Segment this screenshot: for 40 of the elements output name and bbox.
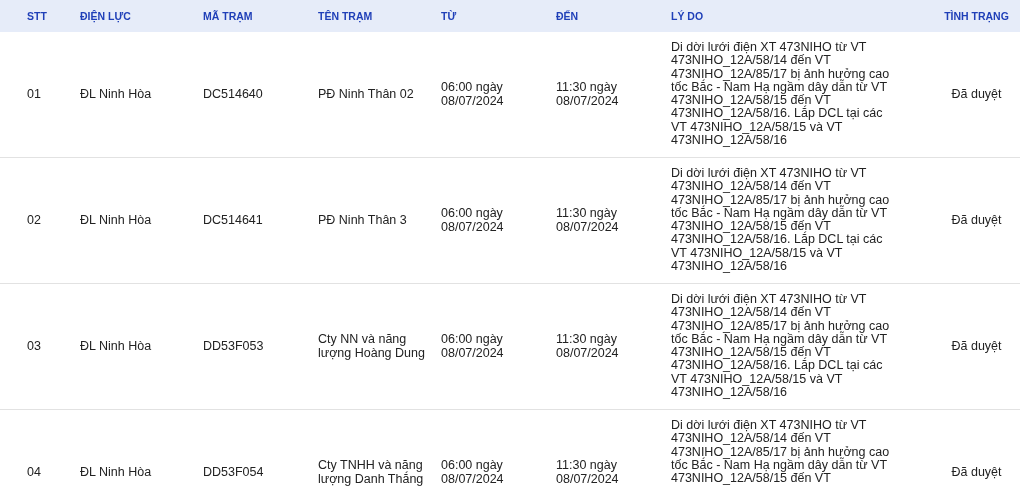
table-cell-text: 06:00 ngày 08/07/2024 [441,81,505,108]
table-cell-text: 04 [26,465,42,480]
column-header: LÝ DO [671,10,705,22]
table-cell-text: 06:00 ngày 08/07/2024 [441,333,505,360]
table-cell-text: 03 [26,339,42,354]
table-cell-text: Cty NN và năng lượng Hoàng Dung [318,333,426,360]
status-text: Đã duyệt [951,339,1002,354]
table-cell-text: 11:30 ngày 08/07/2024 [556,333,620,360]
status-text: Đã duyệt [951,465,1002,480]
table-cell-text: DD53F053 [203,339,265,354]
column-header: MÃ TRẠM [203,10,254,22]
reason-text: Di dời lưới điện XT 473NIHO từ VT 473NIHO_12A/58/14 đến VT 473NIHO_12A/85/17 bị ảnh hưởng cao tốc Bắc - Nam Hạ ngầm dây dẫn từ VT 473NIHO_12A/58/15 đến VT [671,417,891,486]
column-header: TÌNH TRẠNG [944,10,1009,22]
table-cell-text: PĐ Ninh Thân 3 [318,213,408,228]
status-text: Đã duyệt [951,87,1002,102]
table-cell-text: ĐL Ninh Hòa [80,465,153,480]
table-cell-text: 06:00 ngày 08/07/2024 [441,207,505,234]
reason-text: Di dời lưới điện XT 473NIHO từ VT 473NIHO_12A/58/14 đến VT 473NIHO_12A/85/17 bị ảnh hưởng cao tốc Bắc - Nam Hạ ngầm dây dẫn từ VT 473NIHO_12A/58/15 đến VT 473NIHO_12A/58/16. Lắp DCL tại các VT 473NIHO_12A/58/15 và VT 473NIHO_12A/58/16 [671,39,891,148]
table-cell-text: DC514641 [203,213,264,228]
table-cell-text: Cty TNHH và năng lượng Danh Thắng [318,459,425,486]
table-cell-text: DC514640 [203,87,264,102]
table-cell-text: ĐL Ninh Hòa [80,87,153,102]
column-header: TỪ [441,10,458,22]
table-cell-text: 01 [26,87,42,102]
table-cell-text: DD53F054 [203,465,265,480]
table-cell-text: 06:00 ngày 08/07/2024 [441,459,505,486]
table-cell-text: 11:30 ngày 08/07/2024 [556,459,620,486]
status-text: Đã duyệt [951,213,1002,228]
table-cell-text: PĐ Ninh Thân 02 [318,87,415,102]
column-header: ĐIỆN LỰC [80,10,132,22]
table-cell-text: ĐL Ninh Hòa [80,339,153,354]
column-header: TÊN TRẠM [318,10,374,22]
column-header: ĐẾN [556,10,580,22]
table-cell-text: ĐL Ninh Hòa [80,213,153,228]
column-header: STT [26,10,48,22]
reason-text: Di dời lưới điện XT 473NIHO từ VT 473NIHO_12A/58/14 đến VT 473NIHO_12A/85/17 bị ảnh hưởng cao tốc Bắc - Nam Hạ ngầm dây dẫn từ VT 473NIHO_12A/58/15 đến VT 473NIHO_12A/58/16. Lắp DCL tại các VT 473NIHO_12A/58/15 và VT 473NIHO_12A/58/16 [671,165,891,274]
table-cell-text: 11:30 ngày 08/07/2024 [556,207,620,234]
reason-text: Di dời lưới điện XT 473NIHO từ VT 473NIHO_12A/58/14 đến VT 473NIHO_12A/85/17 bị ảnh hưởng cao tốc Bắc - Nam Hạ ngầm dây dẫn từ VT 473NIHO_12A/58/15 đến VT 473NIHO_12A/58/16. Lắp DCL tại các VT 473NIHO_12A/58/15 và VT 473NIHO_12A/58/16 [671,291,891,400]
table-cell-text: 02 [26,213,42,228]
table-cell-text: 11:30 ngày 08/07/2024 [556,81,620,108]
